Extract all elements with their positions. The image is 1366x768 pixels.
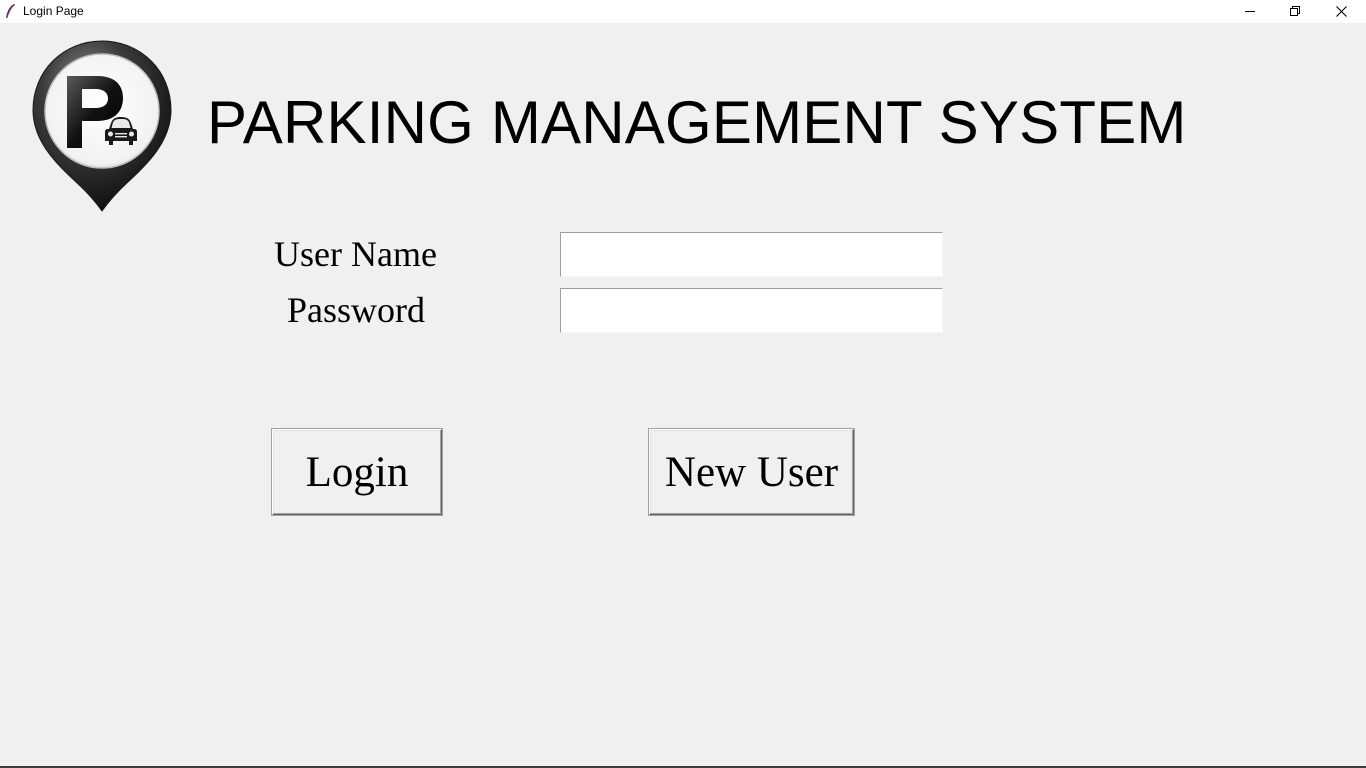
parking-pin-logo-icon <box>32 40 172 212</box>
login-button[interactable]: Login <box>272 429 442 515</box>
login-window-body: PARKING MANAGEMENT SYSTEM User Name Pass… <box>0 23 1366 766</box>
window-title: Login Page <box>23 4 84 18</box>
feather-icon <box>6 3 15 19</box>
username-input[interactable] <box>560 232 943 277</box>
username-label: User Name <box>274 234 437 274</box>
password-label: Password <box>287 290 426 330</box>
close-icon <box>1335 5 1347 17</box>
new-user-button[interactable]: New User <box>649 429 854 515</box>
page-title: PARKING MANAGEMENT SYSTEM <box>207 89 1187 156</box>
minimize-button[interactable] <box>1227 0 1273 22</box>
restore-icon <box>1290 6 1300 16</box>
close-button[interactable] <box>1318 0 1364 22</box>
window-titlebar: Login Page <box>0 0 1366 23</box>
password-input[interactable] <box>560 288 943 333</box>
restore-button[interactable] <box>1272 0 1318 22</box>
minimize-icon <box>1245 11 1255 12</box>
